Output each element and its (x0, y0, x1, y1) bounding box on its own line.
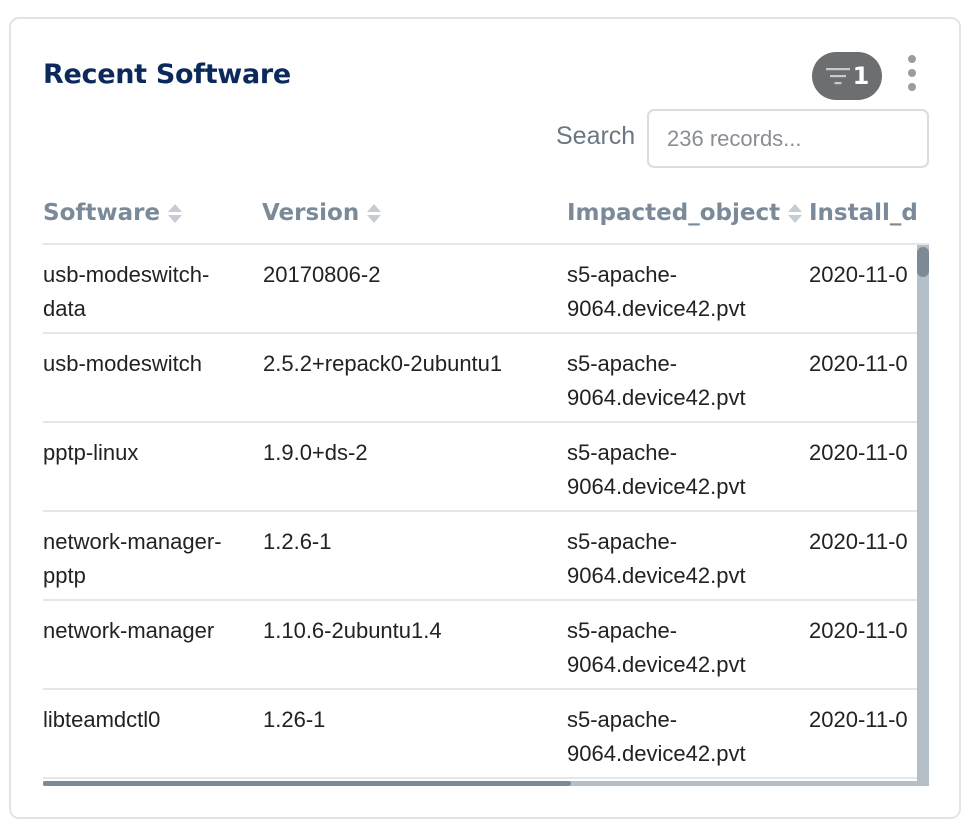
cell-software: network-manager (43, 618, 215, 643)
cell-impacted-object[interactable]: s5-apache-9064.device42.pvt (567, 614, 787, 682)
column-header-version[interactable]: Version (262, 200, 382, 226)
widget-title: Recent Software (43, 59, 291, 90)
table-row[interactable]: network-manager 1.10.6-2ubuntu1.4 s5-apa… (43, 601, 919, 690)
sort-icon (788, 203, 803, 223)
column-header-install-date[interactable]: Install_dat (809, 200, 917, 226)
search-input[interactable] (647, 109, 929, 168)
horizontal-scrollbar[interactable] (43, 781, 919, 786)
cell-install-date: 2020-11-0 (809, 529, 908, 554)
column-header-label: Software (43, 200, 161, 226)
horizontal-scrollbar-thumb[interactable] (43, 781, 571, 786)
sort-icon (367, 203, 382, 223)
column-header-label: Install_dat (809, 200, 917, 226)
sort-icon (168, 203, 183, 223)
vertical-scrollbar-thumb[interactable] (917, 247, 929, 277)
cell-software: usb-modeswitch (43, 351, 202, 376)
cell-install-date: 2020-11-0 (809, 262, 908, 287)
table-row[interactable]: usb-modeswitch 2.5.2+repack0-2ubuntu1 s5… (43, 334, 919, 423)
table-body: usb-modeswitch-data 20170806-2 s5-apache… (43, 245, 919, 779)
cell-version: 1.9.0+ds-2 (263, 440, 368, 465)
filter-count-badge: 1 (852, 62, 870, 90)
table-row[interactable]: pptp-linux 1.9.0+ds-2 s5-apache-9064.dev… (43, 423, 919, 512)
cell-impacted-object[interactable]: s5-apache-9064.device42.pvt (567, 436, 787, 504)
cell-version: 1.26-1 (263, 707, 326, 732)
cell-version: 1.10.6-2ubuntu1.4 (263, 618, 442, 643)
cell-impacted-object[interactable]: s5-apache-9064.device42.pvt (567, 347, 787, 415)
cell-install-date: 2020-11-0 (809, 618, 908, 643)
column-header-impacted-object[interactable]: Impacted_object (567, 200, 803, 226)
filter-button[interactable]: 1 (812, 52, 882, 100)
cell-impacted-object[interactable]: s5-apache-9064.device42.pvt (567, 258, 787, 326)
cell-install-date: 2020-11-0 (809, 707, 908, 732)
cell-impacted-object[interactable]: s5-apache-9064.device42.pvt (567, 703, 787, 771)
cell-version: 2.5.2+repack0-2ubuntu1 (263, 351, 503, 376)
cell-install-date: 2020-11-0 (809, 351, 908, 376)
table-row[interactable]: network-manager-pptp 1.2.6-1 s5-apache-9… (43, 512, 919, 601)
cell-software: usb-modeswitch-data (43, 262, 210, 321)
column-header-software[interactable]: Software (43, 200, 183, 226)
filter-icon (825, 66, 851, 86)
search-label: Search (556, 122, 636, 150)
cell-software: libteamdctl0 (43, 707, 161, 732)
column-header-label: Version (262, 200, 360, 226)
table-row[interactable]: usb-modeswitch-data 20170806-2 s5-apache… (43, 245, 919, 334)
table-row[interactable]: libteamdctl0 1.26-1 s5-apache-9064.devic… (43, 690, 919, 779)
cell-version: 20170806-2 (263, 262, 381, 287)
cell-version: 1.2.6-1 (263, 529, 332, 554)
vertical-scrollbar[interactable] (917, 245, 929, 786)
recent-software-widget: Recent Software 1 Search Software Versio… (9, 17, 961, 819)
kebab-menu-icon[interactable] (904, 55, 920, 91)
cell-software: network-manager-pptp (43, 529, 222, 588)
cell-impacted-object[interactable]: s5-apache-9064.device42.pvt (567, 525, 787, 593)
column-header-label: Impacted_object (567, 200, 781, 226)
cell-install-date: 2020-11-0 (809, 440, 908, 465)
cell-software: pptp-linux (43, 440, 139, 465)
